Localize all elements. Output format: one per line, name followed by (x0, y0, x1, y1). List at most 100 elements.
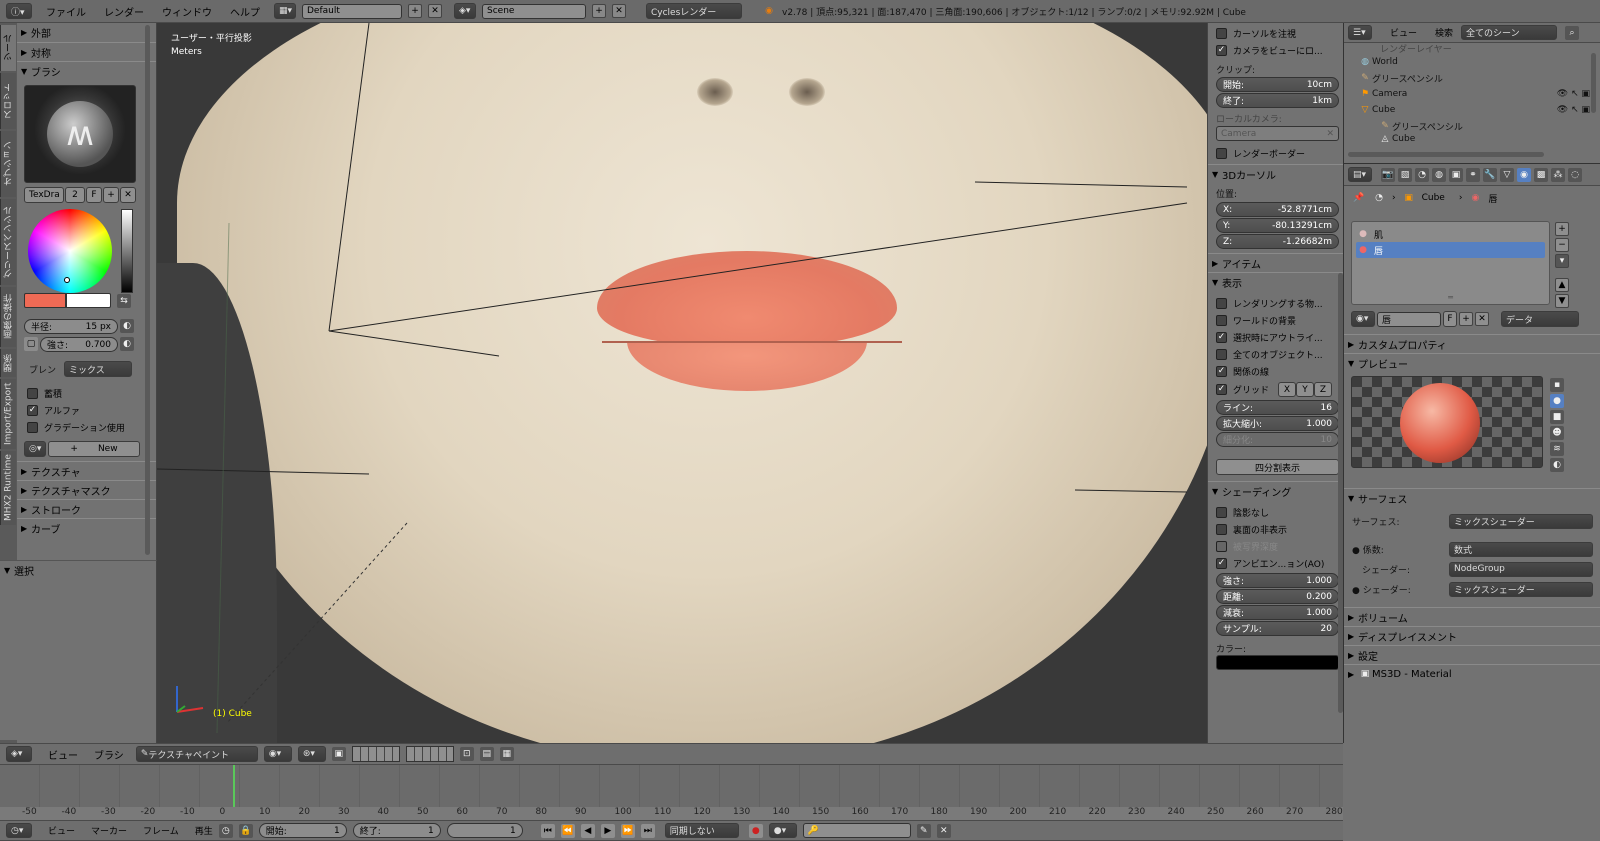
move-slot-down-icon[interactable]: ▼ (1555, 294, 1569, 308)
add-icon[interactable]: + (408, 4, 422, 18)
brush-preview[interactable]: ʍ (24, 85, 136, 183)
remove-slot-icon[interactable]: − (1555, 238, 1569, 252)
strength-field[interactable]: 強さ: 0.700 (40, 337, 118, 352)
tab-slots[interactable]: スロット (0, 73, 16, 129)
ao-samples-field[interactable]: サンプル: 20 (1216, 621, 1339, 636)
layers-tab-icon[interactable]: ▧ (1398, 167, 1412, 182)
panel-texture-mask[interactable]: ▶ テクスチャマスク (17, 480, 156, 499)
timeline-editor-button[interactable]: ◷▾ (6, 823, 32, 838)
shading-backface-culling[interactable]: 裏面の非表示 (1216, 521, 1339, 538)
color-wheel[interactable] (28, 209, 112, 293)
current-frame-field[interactable]: 1 (446, 823, 523, 838)
current-frame-line[interactable] (233, 765, 235, 807)
primary-color-swatch[interactable] (24, 293, 66, 308)
timeline-menu-playback[interactable]: 再生 (195, 824, 213, 837)
fac-dropdown[interactable]: 数式 (1449, 541, 1593, 557)
axis-z-toggle[interactable]: Z (1314, 382, 1332, 397)
remove-scene-icon[interactable]: ✕ (612, 4, 626, 18)
modifiers-tab-icon[interactable]: 🔧 (1483, 167, 1497, 182)
shading-ao[interactable]: ✓ アンビエン...ョン(AO) (1216, 555, 1339, 572)
play-reverse-icon[interactable]: ◀ (580, 823, 595, 838)
add-slot-icon[interactable]: + (1555, 222, 1569, 236)
axis-x-toggle[interactable]: X (1278, 382, 1296, 397)
tab-grease-pencil[interactable]: グリースペンシル (0, 199, 16, 285)
ao-strength-field[interactable]: 強さ: 1.000 (1216, 573, 1339, 588)
shading-shadeless[interactable]: 陰影なし (1216, 504, 1339, 521)
option-alpha[interactable]: ✓ アルファ (27, 402, 137, 419)
timeline-menu-marker[interactable]: マーカー (91, 824, 127, 837)
object-tab-icon[interactable]: ▣ (1449, 167, 1463, 182)
scene-icon-button[interactable]: ◈▾ (454, 3, 476, 19)
brush-users[interactable]: 2 (65, 187, 85, 203)
outliner-search-icon[interactable]: ⌕ (1565, 25, 1580, 40)
insert-key-icon[interactable]: ✎ (916, 823, 931, 838)
tab-import-export[interactable]: Import/Export (0, 379, 16, 449)
tab-relations[interactable]: 関係 (0, 349, 16, 377)
panel-custom-props[interactable]: ▶ カスタムプロパティ (1344, 334, 1600, 353)
outliner-vscroll[interactable] (1591, 53, 1596, 113)
material-fake-user[interactable]: F (1443, 311, 1457, 327)
render-tab-icon[interactable]: 📷 (1381, 167, 1395, 182)
clip-start-field[interactable]: 開始: 10cm (1216, 77, 1339, 92)
clear-camera-icon[interactable]: ✕ (1326, 129, 1334, 139)
surface-shader-dropdown[interactable]: ミックスシェーダー (1449, 513, 1593, 529)
view3d-menu-brush[interactable]: ブラシ (94, 747, 124, 762)
view3d-menu-view[interactable]: ビュー (48, 747, 78, 762)
value-slider[interactable] (121, 209, 133, 293)
tree-cube-mesh[interactable]: ◬ Cube (1358, 134, 1600, 144)
texture-browse-icon[interactable]: ◎▾ (24, 441, 46, 457)
delete-key-icon[interactable]: ✕ (936, 823, 951, 838)
texture-tab-icon[interactable]: ▩ (1534, 167, 1548, 182)
panel-brush[interactable]: ▼ ブラシ (17, 61, 156, 80)
swap-colors-icon[interactable]: ⇆ (117, 293, 131, 308)
engine-dropdown[interactable]: Cyclesレンダー (646, 3, 742, 19)
material-name-field[interactable]: 唇 (1377, 311, 1441, 327)
move-slot-up-icon[interactable]: ▲ (1555, 278, 1569, 292)
visibility-icon[interactable]: 👁 ↖ ▣ (1557, 89, 1590, 99)
data-tab-icon[interactable]: ▽ (1500, 167, 1514, 182)
mask-icon[interactable]: ▣ (331, 747, 346, 761)
constraints-tab-icon[interactable]: ⚭ (1466, 167, 1480, 182)
view3d-editor-button[interactable]: ◈▾ (6, 746, 32, 762)
next-key-icon[interactable]: ⏩ (620, 823, 635, 838)
axis-y-toggle[interactable]: Y (1296, 382, 1314, 397)
outliner-editor-button[interactable]: ☰▾ (1348, 25, 1372, 40)
panel-ms3d-material[interactable]: ▶ ▣ MS3D - Material (1344, 664, 1600, 683)
lock-camera-option[interactable]: ✓ カメラをビューにロ... (1216, 42, 1339, 59)
new-texture-button[interactable]: + New (48, 441, 140, 457)
strength-pressure-icon[interactable]: ◐ (120, 337, 134, 351)
jump-start-icon[interactable]: ⏮ (540, 823, 555, 838)
keying-dropdown[interactable]: ●▾ (768, 823, 797, 838)
play-icon[interactable]: ▶ (600, 823, 615, 838)
layout-icon-button[interactable]: ▦▾ (274, 3, 296, 19)
end-frame-field[interactable]: 終了: 1 (352, 823, 441, 838)
grid-floor-option[interactable]: ✓ グリッド (1216, 381, 1278, 398)
material-add-icon[interactable]: + (1459, 312, 1473, 326)
particles-tab-icon[interactable]: ⁂ (1551, 167, 1565, 182)
add-scene-icon[interactable]: + (592, 4, 606, 18)
layout-field[interactable]: Default (302, 3, 402, 19)
prev-key-icon[interactable]: ⏪ (560, 823, 575, 838)
physics-tab-icon[interactable]: ◌ (1568, 167, 1582, 182)
tab-tools[interactable]: ツール (0, 25, 16, 71)
brush-add-icon[interactable]: + (103, 187, 119, 203)
display-only-render[interactable]: レンダリングする物... (1216, 295, 1339, 312)
preview-flat-icon[interactable]: ▪ (1550, 378, 1564, 392)
brush-remove-icon[interactable]: ✕ (120, 187, 136, 203)
shader1-dropdown[interactable]: NodeGroup (1449, 561, 1593, 577)
shading-dropdown[interactable]: ◉▾ (263, 746, 292, 762)
timeline[interactable]: -50 -40 -30 -20 -10 0 10 20 30 40 50 60 70 80 90 100 110… (0, 765, 1343, 820)
display-relationship-lines[interactable]: ✓ 関係の線 (1216, 363, 1339, 380)
display-all-objects[interactable]: 全てのオブジェクト... (1216, 346, 1339, 363)
slot-skin[interactable]: ● 肌 (1356, 226, 1545, 242)
pressure-icon[interactable]: ◐ (120, 319, 134, 333)
outliner-filter-dropdown[interactable]: 全てのシーン (1461, 25, 1558, 40)
preview-monkey-icon[interactable]: ☻ (1550, 426, 1564, 440)
preview-range-icon[interactable]: ◷ (218, 823, 233, 838)
cursor-z-field[interactable]: Z: -1.26682m (1216, 234, 1339, 249)
pivot-dropdown[interactable]: ⊛▾ (297, 746, 326, 762)
cursor-y-field[interactable]: Y: -80.13291cm (1216, 218, 1339, 233)
editor-type-button[interactable]: ⓘ▾ (6, 3, 32, 19)
material-tab-icon[interactable]: ◉ (1517, 167, 1531, 182)
blend-dropdown[interactable]: ミックス (64, 361, 133, 377)
